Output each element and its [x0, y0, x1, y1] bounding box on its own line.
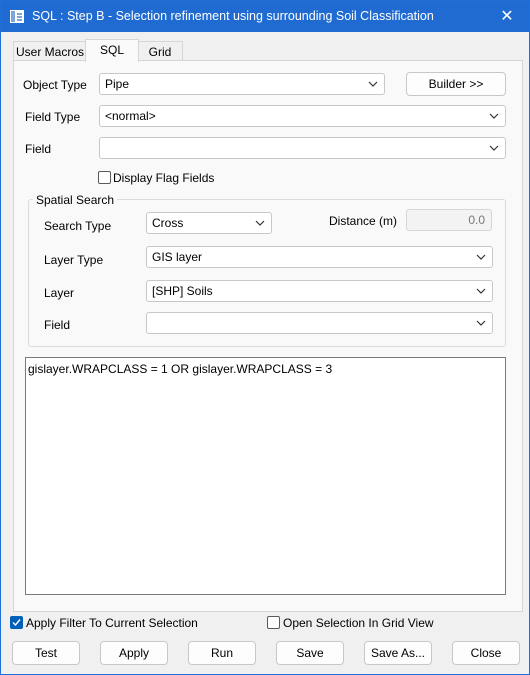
layer-select[interactable]: [SHP] Soils [146, 280, 493, 302]
display-flag-fields-label: Display Flag Fields [113, 171, 215, 185]
dialog-window: SQL : Step B - Selection refinement usin… [0, 0, 530, 675]
layer-label: Layer [44, 286, 75, 300]
chevron-down-icon [489, 113, 499, 119]
chevron-down-icon [476, 320, 486, 326]
apply-button[interactable]: Apply [100, 641, 168, 665]
close-button[interactable]: Close [452, 641, 520, 665]
chevron-down-icon [476, 254, 486, 260]
tab-grid[interactable]: Grid [137, 41, 183, 62]
object-type-label: Object Type [23, 78, 87, 92]
chevron-down-icon [255, 220, 265, 226]
field-type-value: <normal> [105, 109, 156, 123]
sql-text: gislayer.WRAPCLASS = 1 OR gislayer.WRAPC… [28, 362, 333, 376]
spatial-field-select[interactable] [146, 312, 493, 334]
chevron-down-icon [476, 288, 486, 294]
search-type-value: Cross [152, 216, 184, 230]
spatial-field-label: Field [44, 318, 71, 332]
layer-type-select[interactable]: GIS layer [146, 246, 493, 268]
apply-filter-checkbox[interactable] [10, 616, 23, 629]
save-button[interactable]: Save [276, 641, 344, 665]
checkmark-icon [12, 619, 21, 627]
object-type-select[interactable]: Pipe [99, 73, 385, 95]
open-in-grid-label: Open Selection In Grid View [283, 616, 434, 630]
spatial-search-title: Spatial Search [33, 193, 118, 207]
field-select[interactable] [99, 137, 506, 159]
layer-type-label: Layer Type [44, 253, 104, 267]
title-bar[interactable]: SQL : Step B - Selection refinement usin… [1, 1, 529, 32]
tab-sql[interactable]: SQL [85, 39, 139, 62]
apply-filter-label: Apply Filter To Current Selection [26, 616, 198, 630]
close-window-button[interactable]: ✕ [485, 1, 529, 32]
test-button[interactable]: Test [12, 641, 80, 665]
open-in-grid-checkbox[interactable] [267, 616, 280, 629]
distance-label: Distance (m) [329, 214, 398, 228]
chevron-down-icon [489, 145, 499, 151]
window-title: SQL : Step B - Selection refinement usin… [32, 9, 434, 23]
field-label: Field [25, 142, 52, 156]
run-button[interactable]: Run [188, 641, 256, 665]
sql-textarea[interactable]: gislayer.WRAPCLASS = 1 OR gislayer.WRAPC… [25, 357, 506, 595]
builder-button[interactable]: Builder >> [406, 72, 506, 96]
display-flag-fields-checkbox[interactable] [98, 171, 111, 184]
layer-type-value: GIS layer [152, 250, 203, 264]
save-as-button[interactable]: Save As... [364, 641, 432, 665]
chevron-down-icon [368, 81, 378, 87]
search-type-select[interactable]: Cross [146, 212, 272, 234]
object-type-value: Pipe [105, 77, 130, 91]
layer-value: [SHP] Soils [152, 284, 213, 298]
app-window-icon [10, 10, 24, 23]
field-type-select[interactable]: <normal> [99, 105, 506, 127]
search-type-label: Search Type [44, 219, 112, 233]
distance-input[interactable]: 0.0 [406, 209, 492, 231]
tab-user-macros[interactable]: User Macros [13, 41, 87, 62]
field-type-label: Field Type [25, 110, 81, 124]
